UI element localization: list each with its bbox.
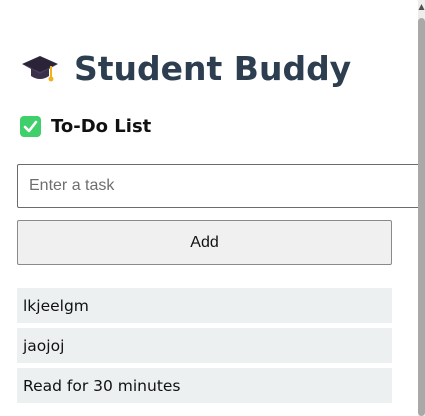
page-title: Student Buddy [20, 44, 351, 92]
scroll-up-arrow-icon[interactable] [418, 2, 425, 12]
add-task-button[interactable]: Add [17, 220, 392, 265]
scrollbar-thumb[interactable] [418, 18, 425, 416]
task-item[interactable]: lkjeelgm [17, 288, 392, 323]
task-item[interactable]: Read for 30 minutes [17, 368, 392, 403]
task-list: lkjeelgm jaojoj Read for 30 minutes [17, 288, 392, 408]
graduation-cap-icon [22, 56, 58, 82]
task-input[interactable] [17, 164, 425, 208]
task-item[interactable]: jaojoj [17, 328, 392, 363]
vertical-scrollbar[interactable] [418, 0, 425, 416]
section-title-text: To-Do List [51, 115, 152, 137]
check-mark-button-icon [20, 115, 41, 137]
todo-section-title: To-Do List [20, 114, 151, 138]
page: Student Buddy To-Do List Add lkjeelgm ja… [0, 0, 425, 416]
app-title-text: Student Buddy [74, 48, 352, 88]
